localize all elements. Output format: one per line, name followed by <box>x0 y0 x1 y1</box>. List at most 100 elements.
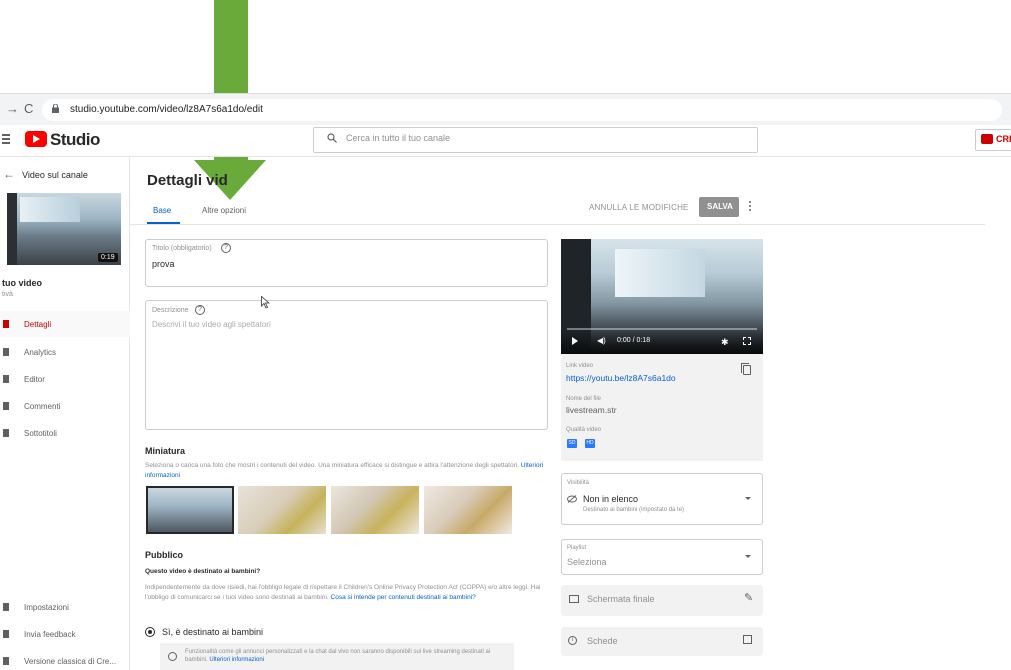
sidebar-item-label: Sottotitoli <box>24 429 57 438</box>
filename-label: Nome del file <box>566 396 602 402</box>
subtitles-icon <box>3 429 9 437</box>
volume-icon[interactable]: ◀) <box>597 336 606 345</box>
feedback-icon <box>3 630 9 638</box>
classic-studio-icon <box>3 657 9 665</box>
kids-note: Funzionalità come gli annunci personaliz… <box>185 648 505 664</box>
back-arrow-icon[interactable]: ← <box>3 167 15 181</box>
player-controls <box>561 330 763 354</box>
edit-icon[interactable]: ✎ <box>744 591 753 604</box>
video-link-label: Link video <box>566 363 594 369</box>
visibility-subtext: Destinato ai bambini (impostato da te) <box>583 507 685 513</box>
reload-icon[interactable]: C <box>24 101 33 116</box>
back-to-videos-link[interactable]: Video sul canale <box>22 170 88 180</box>
sidebar-item-feedback[interactable]: Invia feedback <box>0 621 130 647</box>
audience-question: Questo video è destinato ai bambini? <box>145 568 261 575</box>
end-screen-label: Schermata finale <box>587 594 655 604</box>
menu-icon[interactable] <box>2 134 10 146</box>
copy-icon[interactable] <box>743 365 751 375</box>
settings-icon[interactable]: ✱ <box>721 337 729 348</box>
back-nav-icon[interactable]: → <box>6 101 19 116</box>
progress-bar[interactable] <box>567 328 757 330</box>
sidebar-video-subtitle: tivà <box>2 291 13 298</box>
visibility-label: Visibilità <box>567 480 589 486</box>
undo-changes-button[interactable]: ANNULLA LE MODIFICHE <box>589 203 689 212</box>
cards-label: Schede <box>587 636 618 646</box>
sidebar-item-comments[interactable]: Commenti <box>0 393 130 419</box>
fullscreen-icon[interactable] <box>743 337 751 345</box>
analytics-icon <box>3 348 9 356</box>
sidebar-item-label: Impostazioni <box>24 603 69 612</box>
thumbnails-desc-text: Seleziona o carica una foto che mostri i… <box>145 462 520 469</box>
quality-label: Qualità video <box>566 427 602 433</box>
sidebar-item-analytics[interactable]: Analytics <box>0 339 130 365</box>
audience-heading: Pubblico <box>145 550 183 560</box>
visibility-value: Non in elenco <box>583 494 639 504</box>
sidebar-item-settings[interactable]: Impostazioni <box>0 594 130 620</box>
open-in-new-icon[interactable] <box>743 635 752 644</box>
search-placeholder: Cerca in tutto il tuo canale <box>346 133 451 143</box>
url-bar[interactable]: studio.youtube.com/video/lz8A7s6a1do/edi… <box>42 99 1002 121</box>
sidebar-item-classic[interactable]: Versione classica di Cre... <box>0 648 130 670</box>
tab-more-options[interactable]: Altre opzioni <box>202 206 246 215</box>
thumbnail-option-4[interactable] <box>424 486 512 534</box>
player-scene-window <box>615 249 705 297</box>
logo-play-icon <box>33 135 40 143</box>
visibility-off-icon <box>567 495 577 503</box>
radio-selected-dot <box>148 630 152 634</box>
editor-icon <box>3 375 9 383</box>
thumbnails-heading: Miniatura <box>145 446 186 456</box>
made-for-kids-label[interactable]: Sì, è destinato ai bambini <box>162 627 263 637</box>
thumbnail-window-detail <box>20 197 80 222</box>
play-icon[interactable] <box>572 337 578 345</box>
title-field-value[interactable]: prova <box>152 259 175 269</box>
description-field-label: Descrizione <box>152 307 189 314</box>
lock-icon <box>52 104 59 113</box>
more-vert-icon[interactable] <box>749 201 752 213</box>
title-field-label: Titolo (obbligatorio) <box>152 245 212 252</box>
video-link[interactable]: https://youtu.be/lz8A7s6a1do <box>566 373 676 383</box>
description-placeholder[interactable]: Descrivi il tuo video agli spettatori <box>152 320 271 329</box>
comments-icon <box>3 402 9 410</box>
sidebar-item-label: Commenti <box>24 402 61 411</box>
tab-base[interactable]: Base <box>153 206 171 215</box>
thumbnail-option-1[interactable] <box>146 486 234 534</box>
thumbnail-wall-detail <box>7 193 17 265</box>
info-icon <box>168 652 177 661</box>
sidebar-video-title: tuo video <box>2 278 42 288</box>
chevron-down-icon[interactable] <box>745 497 751 500</box>
help-icon[interactable]: ? <box>221 243 231 253</box>
gear-icon <box>3 603 9 611</box>
audience-learn-link[interactable]: Cosa si intende per contenuti destinati … <box>331 594 476 601</box>
sidebar-item-editor[interactable]: Editor <box>0 366 130 392</box>
video-duration-badge: 0:19 <box>98 253 118 262</box>
thumbnail-option-2[interactable] <box>238 486 326 534</box>
thumbnail-option-3[interactable] <box>331 486 419 534</box>
sidebar-item-label: Analytics <box>24 348 57 357</box>
chevron-down-icon[interactable] <box>745 555 751 558</box>
sidebar-item-label: Versione classica di Cre... <box>24 657 117 666</box>
playlist-value: Seleziona <box>567 557 607 567</box>
sidebar-item-label: Invia feedback <box>24 630 76 639</box>
filename-value: livestream.str <box>566 405 617 415</box>
help-icon[interactable]: ? <box>195 305 205 315</box>
audience-description: Indipendentemente da dove risiedi, hai l… <box>145 583 550 603</box>
quality-hd-badge: HD <box>585 439 595 448</box>
page-title: Dettagli vid <box>147 172 228 189</box>
thumbnails-description: Seleziona o carica una foto che mostri i… <box>145 461 550 481</box>
save-button[interactable]: SALVA <box>699 197 739 217</box>
sidebar-item-label: Dettagli <box>24 320 52 329</box>
create-icon <box>981 134 993 144</box>
mouse-cursor-icon <box>261 296 270 309</box>
pencil-icon <box>3 320 9 328</box>
sidebar-item-label: Editor <box>24 375 45 384</box>
playlist-label: Playlist <box>567 545 587 551</box>
end-screen-icon <box>569 595 579 603</box>
quality-sd-badge: SD <box>567 439 577 448</box>
cards-info-icon: i <box>568 636 577 645</box>
sidebar-item-subtitles[interactable]: Sottotitoli <box>0 420 130 446</box>
logo-text[interactable]: Studio <box>50 130 100 150</box>
kids-note-link[interactable]: Ulteriori informazioni <box>209 657 264 663</box>
player-time: 0:00 / 0:18 <box>617 337 651 344</box>
search-icon[interactable] <box>327 133 337 143</box>
sidebar-item-details[interactable]: Dettagli <box>0 311 130 337</box>
